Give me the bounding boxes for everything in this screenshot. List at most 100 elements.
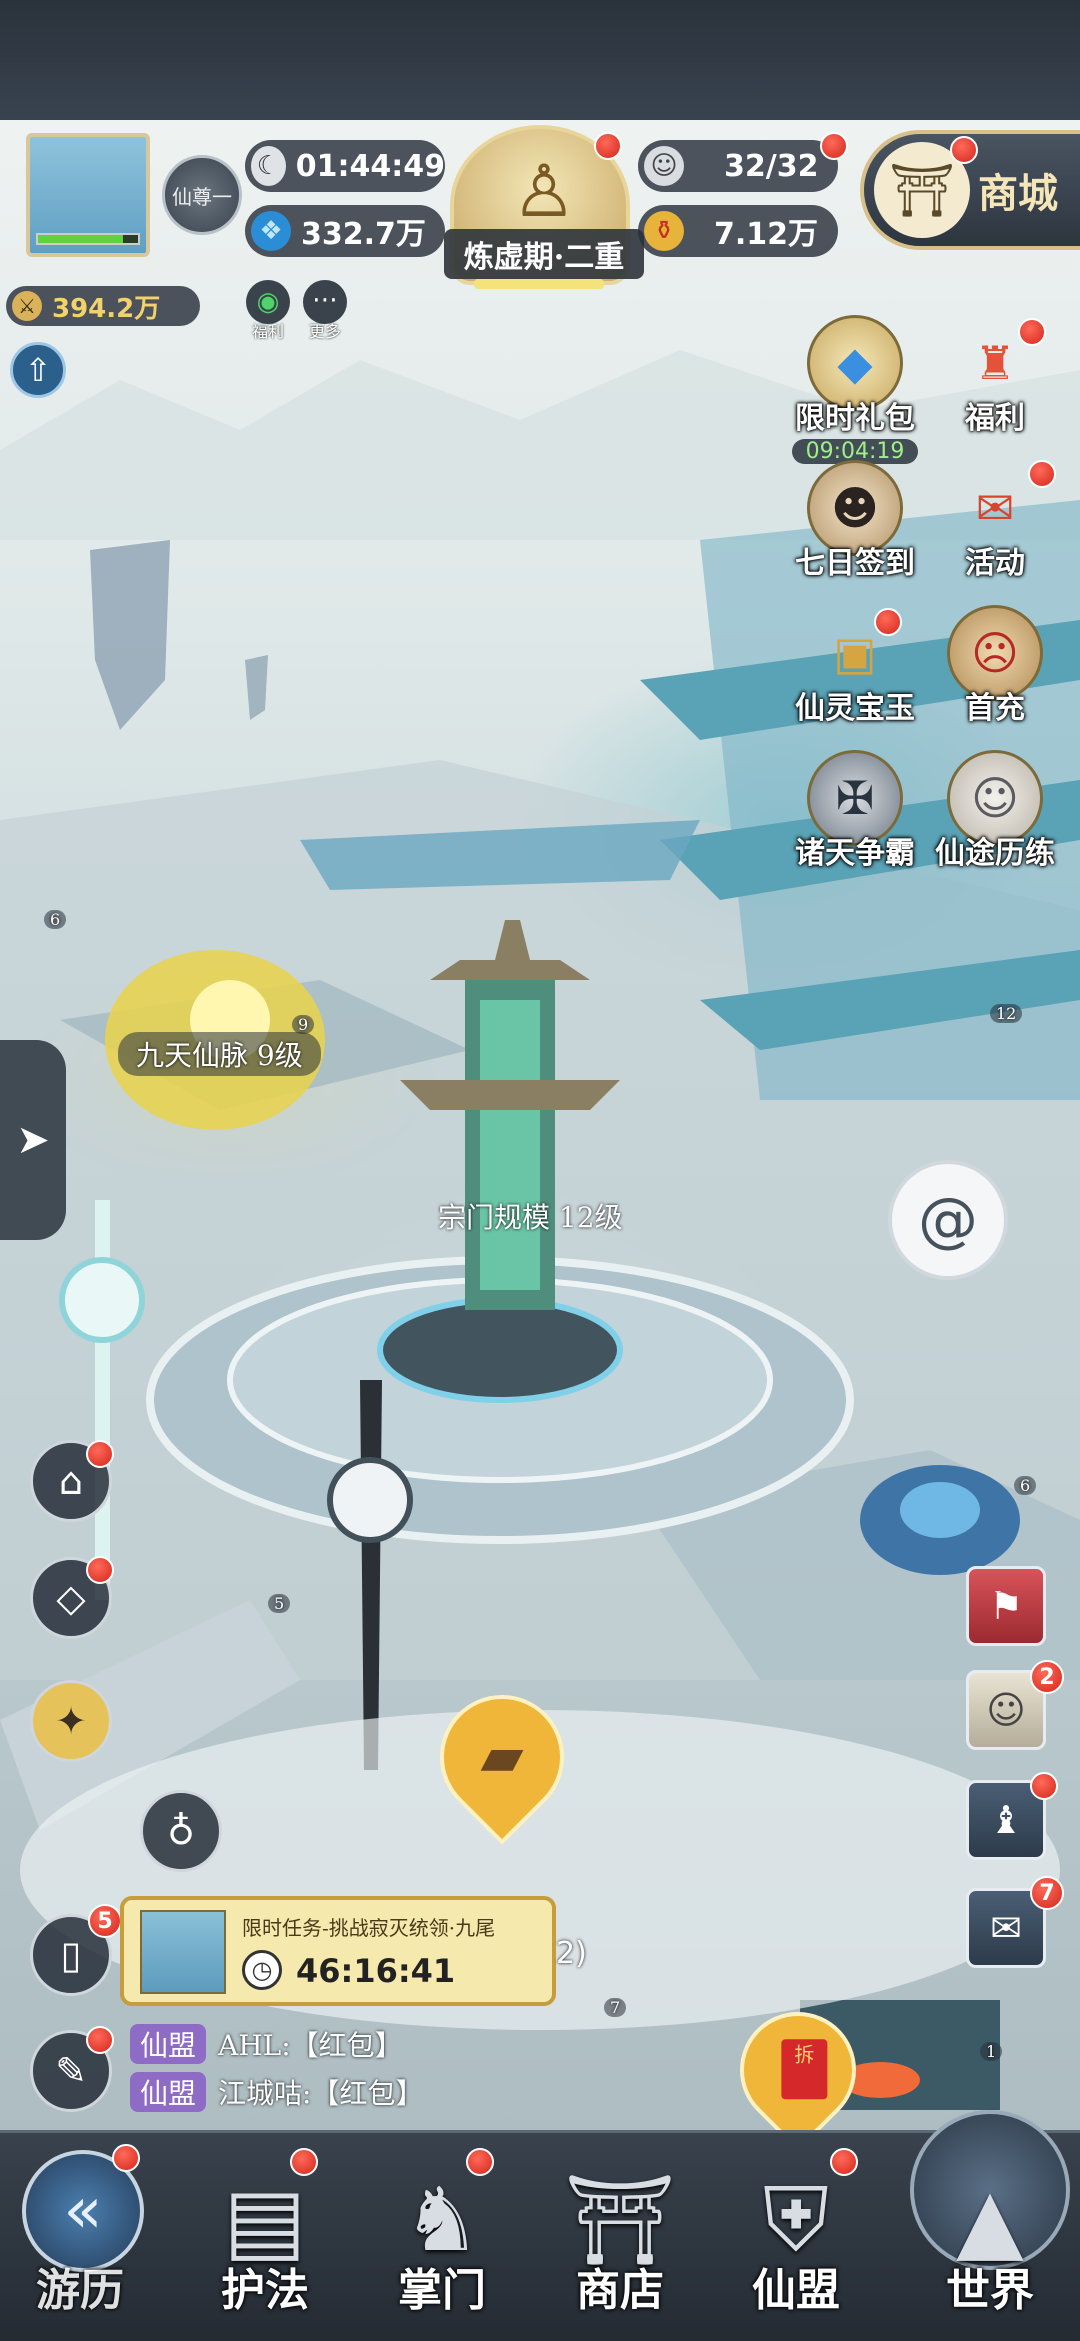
silver-value: 394.2万 <box>52 293 161 324</box>
spirit-stone-icon: ❖ <box>251 211 291 251</box>
nav-world-label: 世界 <box>946 2265 1034 2316</box>
welfare-label: 福利 <box>965 401 1025 436</box>
stamina-red-dot <box>820 132 848 160</box>
chest-red-dot <box>86 1440 114 1468</box>
heavens-contest-label: 诸天争霸 <box>795 836 915 871</box>
level-up-arrow-button[interactable]: ⇧ <box>10 342 66 398</box>
activity-red-dot <box>1028 460 1056 488</box>
nav-store-label: 商店 <box>576 2265 664 2316</box>
silver-sword-icon: ⚔ <box>12 291 42 321</box>
nav-adventure-dot <box>112 2144 140 2172</box>
chat-line-1[interactable]: 仙盟 AHL:【红包】 <box>130 2024 403 2064</box>
level-tag-1: 1 <box>980 2042 1003 2061</box>
heavens-contest-button[interactable]: ✠ 诸天争霸 <box>795 750 915 872</box>
level-tag-12: 12 <box>990 1004 1023 1023</box>
more-small-button[interactable]: ⋯ 更多 <box>300 280 350 341</box>
task-timer: 46:16:41 <box>296 1952 456 1990</box>
realm-progress <box>474 279 604 289</box>
nav-guardian[interactable]: ▤ 护法 <box>175 2148 355 2328</box>
welfare-red-dot <box>1018 318 1046 346</box>
seven-day-button[interactable]: ☻ 七日签到 <box>795 460 915 582</box>
realm-label-bg: 炼虚期·二重 <box>444 229 644 279</box>
spirit-treasure-label: 仙灵宝玉 <box>795 691 915 726</box>
fan-button[interactable]: ✦ <box>30 1680 112 1762</box>
level-tag-9: 9 <box>292 1015 315 1034</box>
stamina-value: 32/32 <box>724 148 819 184</box>
silver-pill[interactable]: ⚔ 394.2万 <box>6 286 200 326</box>
gourd-button[interactable]: ♁ <box>140 1790 222 1872</box>
nav-store[interactable]: ⛩ 商店 <box>530 2148 710 2328</box>
more-small-label: 更多 <box>308 322 341 341</box>
pet-speech-bubble[interactable]: @ <box>888 1160 1008 1280</box>
shop-label: 商城 <box>978 170 1058 217</box>
avatar-exp-bar <box>36 233 140 245</box>
power-pill[interactable]: ⚱ 7.12万 <box>638 205 838 257</box>
sect-scale-label[interactable]: 宗门规模 12级 <box>420 1194 641 1238</box>
nav-guardian-label: 护法 <box>221 2265 309 2316</box>
seven-day-label: 七日签到 <box>795 546 915 581</box>
scroll-card-icon: ▯ <box>60 1933 82 1977</box>
arrow-right-icon: ➤ <box>16 1117 50 1163</box>
top-dark-band <box>0 0 1080 120</box>
spirit-stone-pill[interactable]: ❖ 332.7万 <box>245 205 445 257</box>
nav-alliance-label: 仙盟 <box>752 2265 840 2316</box>
timer-value: 01:44:49 <box>295 148 445 184</box>
side-drawer-toggle[interactable]: ➤ <box>0 1040 66 1240</box>
fan-icon: ✦ <box>55 1699 87 1743</box>
player-avatar[interactable] <box>26 133 150 257</box>
clock-icon: ◷ <box>242 1950 282 1990</box>
store-pavilion-icon: ⛩ <box>564 2168 676 2271</box>
bundle-icon: ♝ <box>988 1798 1024 1842</box>
envelope-icon: ✉ <box>990 1906 1022 1950</box>
diamond-icon: ◇ <box>56 1576 86 1620</box>
friend-portrait-icon: ☺ <box>986 1688 1026 1732</box>
dragon-statue-icon: ♞ <box>402 2168 482 2271</box>
box-icon: ⌂ <box>58 1459 84 1503</box>
welfare-small-button[interactable]: ◉ 福利 <box>243 280 293 341</box>
immortal-trial-label: 仙途历练 <box>935 836 1055 871</box>
task-boss-thumbnail <box>140 1910 226 1994</box>
guardian-card-icon: ▤ <box>223 2168 307 2271</box>
nav-world[interactable]: ▲ 世界 <box>900 2148 1080 2328</box>
chat-bubble-icon: ✎ <box>55 2049 87 2093</box>
nav-alliance[interactable]: ⛨ 仙盟 <box>706 2148 886 2328</box>
gift-red-dot <box>1030 1772 1058 1800</box>
timer-pill: ☾ 01:44:49 <box>245 140 445 192</box>
shop-red-dot <box>950 136 978 164</box>
red-envelope-icon: 拆 <box>781 2039 828 2100</box>
moon-icon: ☾ <box>251 146 286 186</box>
treasure-red-dot <box>874 608 902 636</box>
realm-label: 炼虚期·二重 <box>463 240 625 275</box>
chat-message: 江城咕:【红包】 <box>218 2077 424 2110</box>
nav-sect-head[interactable]: ♞ 掌门 <box>352 2148 532 2328</box>
immortal-trial-button[interactable]: ☺ 仙途历练 <box>935 750 1055 872</box>
first-charge-button[interactable]: ☹ 首充 <box>940 605 1050 727</box>
rank-badge[interactable]: 仙尊一 <box>162 155 242 235</box>
chat-alliance-tag: 仙盟 <box>130 2024 207 2064</box>
limited-pack-button[interactable]: ◆ 限时礼包 09:04:19 <box>791 315 919 464</box>
friends-badge: 2 <box>1030 1660 1064 1694</box>
alliance-banner-icon: ⛨ <box>762 2168 829 2271</box>
power-value: 7.12万 <box>714 217 819 252</box>
level-tag-7: 7 <box>604 1998 627 2017</box>
level-tag-6b: 6 <box>1014 1476 1037 1495</box>
stamina-pill[interactable]: ☺ 32/32 <box>638 140 838 192</box>
limited-task-panel[interactable]: 限时任务-挑战寂灭统领·九尾 ◷ 46:16:41 <box>120 1896 556 2006</box>
spirit-stone-value: 332.7万 <box>301 217 426 252</box>
chat-alliance-tag: 仙盟 <box>130 2072 207 2112</box>
nav-sect-head-dot <box>466 2148 494 2176</box>
battle-flag-button[interactable]: ⚑ <box>966 1566 1046 1646</box>
vein-building-label[interactable]: 九天仙脉 9级 <box>118 1032 321 1076</box>
nav-guardian-dot <box>290 2148 318 2176</box>
first-charge-label: 首充 <box>965 691 1025 726</box>
level-tag-5: 5 <box>268 1594 291 1613</box>
person-icon: ☺ <box>644 146 684 186</box>
task-badge: 5 <box>88 1904 122 1938</box>
meditating-figure-icon: ♙ <box>511 149 577 233</box>
activity-label: 活动 <box>965 546 1025 581</box>
nav-sect-head-label: 掌门 <box>398 2265 486 2316</box>
gourd-white-icon: ♁ <box>167 1809 195 1853</box>
chat-line-2[interactable]: 仙盟 江城咕:【红包】 <box>130 2072 423 2112</box>
nav-alliance-dot <box>830 2148 858 2176</box>
world-mountain-icon: ▲ <box>956 2168 1024 2271</box>
